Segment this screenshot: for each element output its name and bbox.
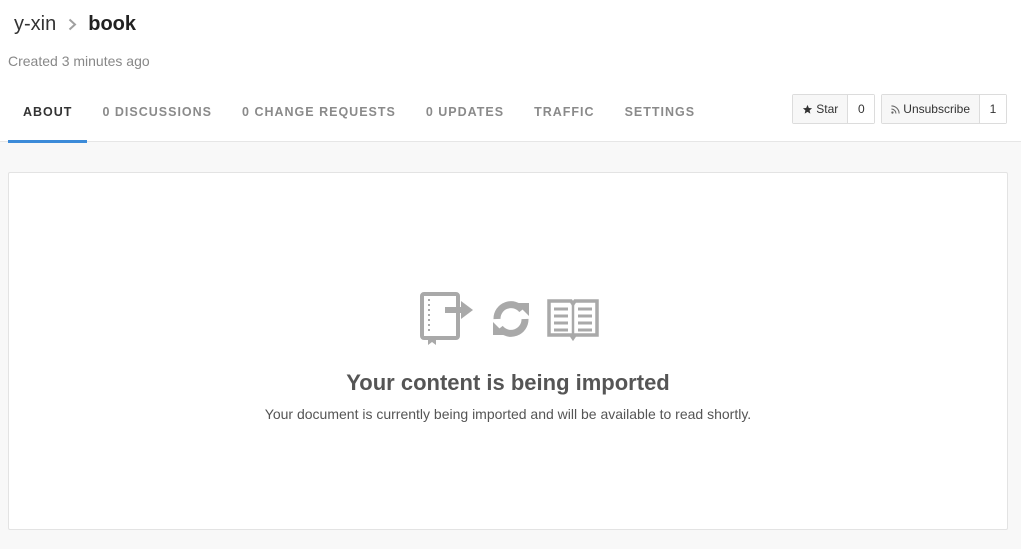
star-icon bbox=[803, 104, 813, 114]
tab-about[interactable]: ABOUT bbox=[8, 94, 88, 143]
breadcrumb-repo-link[interactable]: book bbox=[88, 12, 136, 36]
repo-tabs: ABOUT 0 DISCUSSIONS 0 CHANGE REQUESTS 0 … bbox=[8, 94, 711, 143]
book-export-icon bbox=[420, 292, 473, 345]
chevron-right-icon bbox=[68, 18, 77, 31]
star-button[interactable]: Star bbox=[793, 95, 848, 123]
subscriber-count[interactable]: 1 bbox=[979, 95, 1006, 123]
tab-traffic[interactable]: TRAFFIC bbox=[519, 94, 609, 142]
unsubscribe-button[interactable]: Unsubscribe bbox=[882, 95, 979, 123]
tab-discussions[interactable]: 0 DISCUSSIONS bbox=[87, 94, 227, 142]
breadcrumb-owner-link[interactable]: y-xin bbox=[14, 12, 56, 36]
import-illustration bbox=[419, 291, 599, 347]
import-message: Your document is currently being importe… bbox=[264, 406, 752, 422]
breadcrumb: y-xin book bbox=[14, 12, 136, 36]
star-label: Star bbox=[816, 102, 839, 116]
rss-icon bbox=[891, 104, 900, 114]
tab-updates[interactable]: 0 UPDATES bbox=[411, 94, 519, 142]
unsubscribe-label: Unsubscribe bbox=[903, 102, 970, 116]
subscribe-group: Unsubscribe 1 bbox=[881, 94, 1007, 124]
open-book-icon bbox=[547, 299, 599, 341]
repo-header: y-xin book Created 3 minutes ago ABOUT 0… bbox=[0, 0, 1021, 143]
sync-icon bbox=[493, 301, 529, 337]
star-group: Star 0 bbox=[792, 94, 876, 124]
repo-actions: Star 0 Unsubscribe 1 bbox=[792, 94, 1007, 124]
import-title: Your content is being imported bbox=[346, 370, 670, 395]
tab-settings[interactable]: SETTINGS bbox=[610, 94, 711, 142]
import-status-panel: Your content is being imported Your docu… bbox=[8, 172, 1008, 530]
tab-change-requests[interactable]: 0 CHANGE REQUESTS bbox=[227, 94, 411, 142]
star-count[interactable]: 0 bbox=[847, 95, 875, 123]
created-timestamp: Created 3 minutes ago bbox=[8, 53, 150, 69]
